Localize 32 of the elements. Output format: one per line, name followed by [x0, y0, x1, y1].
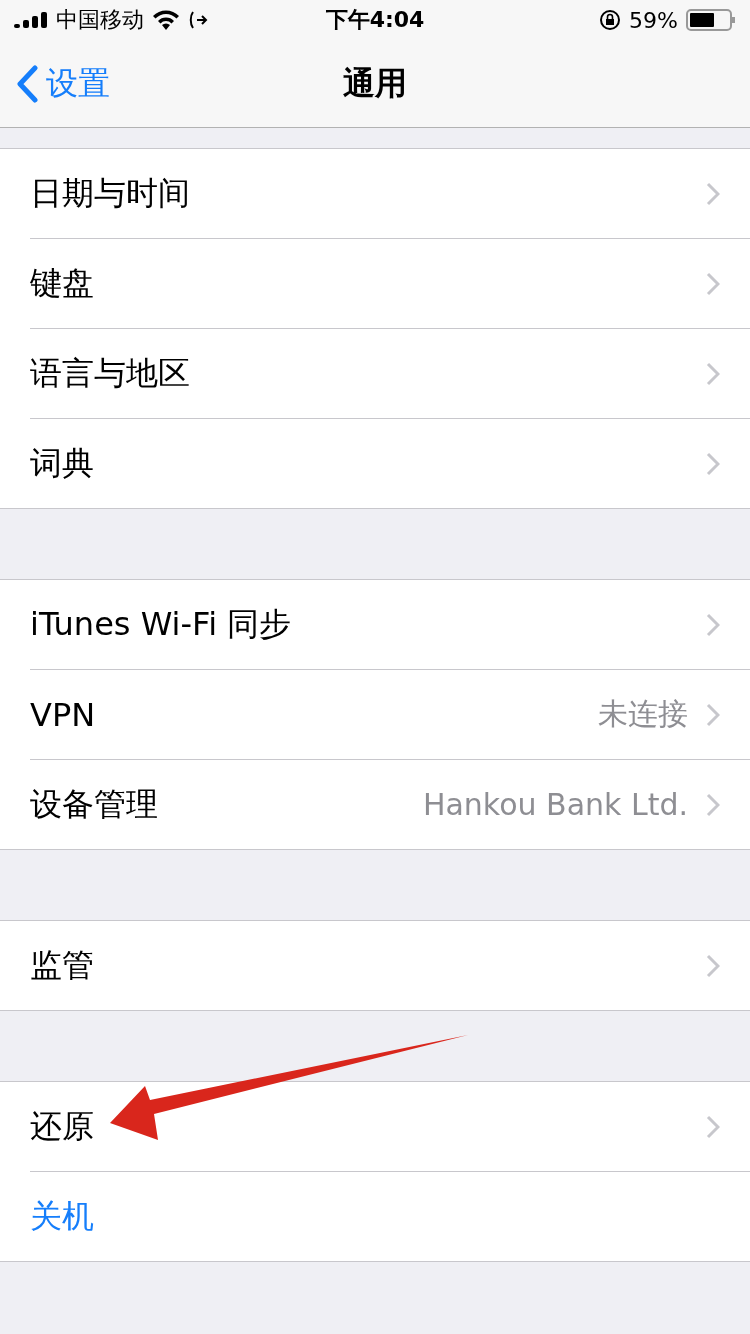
- back-chevron-icon: [16, 64, 38, 103]
- settings-item[interactable]: 日期与时间: [30, 171, 706, 216]
- chevron-icon: [706, 181, 720, 206]
- back-button[interactable]: 设置: [0, 61, 110, 106]
- chevron-icon: [706, 451, 720, 476]
- settings-item[interactable]: 语言与地区: [30, 351, 706, 396]
- item-value: Hankou Bank Ltd.: [422, 787, 688, 822]
- battery-percent: 59%: [629, 7, 678, 33]
- chevron-icon: [706, 612, 720, 637]
- chevron-icon: [706, 271, 720, 296]
- settings-item[interactable]: 键盘: [30, 261, 706, 306]
- chevron-icon: [706, 361, 720, 386]
- rotation-lock-icon: [599, 9, 622, 31]
- status-time: 下午4:04: [325, 6, 425, 34]
- chevron-icon: [706, 702, 720, 727]
- action-item[interactable]: 关机: [30, 1194, 720, 1239]
- screen-title: 通用: [343, 62, 407, 104]
- carrier-text: 中国移动: [56, 6, 144, 34]
- settings-item[interactable]: 还原: [30, 1104, 706, 1149]
- chevron-icon: [706, 1114, 720, 1139]
- signal-icon: [14, 12, 48, 28]
- chevron-icon: [706, 792, 720, 817]
- settings-item[interactable]: 设备管理: [30, 782, 423, 827]
- settings-item[interactable]: iTunes Wi-Fi 同步: [30, 602, 706, 647]
- settings-item[interactable]: 词典: [30, 441, 706, 486]
- item-value: 未连接: [598, 695, 688, 733]
- battery-icon: [686, 9, 736, 31]
- call-forward-icon: [188, 10, 208, 30]
- settings-item[interactable]: 监管: [30, 943, 706, 988]
- chevron-icon: [706, 953, 720, 978]
- settings-item[interactable]: VPN: [30, 695, 598, 734]
- wifi-icon: [152, 10, 180, 30]
